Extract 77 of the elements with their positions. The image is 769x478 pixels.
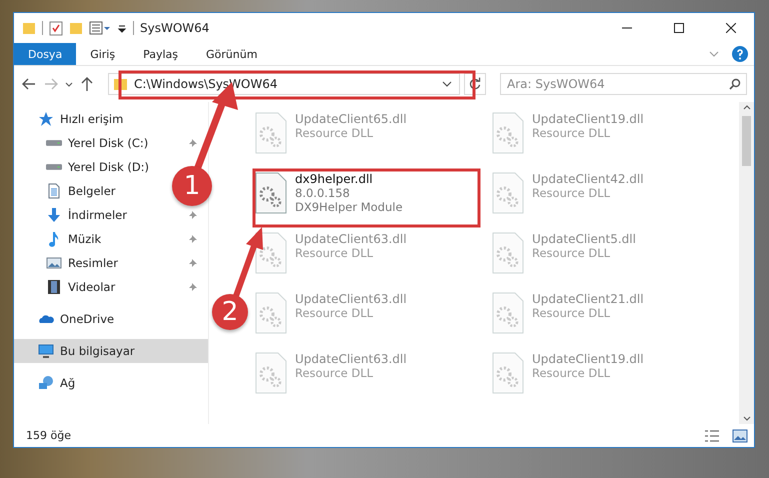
dll-file-icon (492, 352, 524, 394)
ribbon-tab[interactable]: Dosya (14, 43, 76, 65)
sidebar-item[interactable]: Videolar (46, 279, 116, 295)
file-item[interactable]: dx9helper.dll 8.0.0.158 DX9Helper Module (251, 168, 488, 228)
sidebar-item[interactable]: Ağ (14, 371, 208, 395)
sidebar-item[interactable]: Müzik (46, 231, 102, 247)
scrollbar[interactable] (739, 102, 754, 424)
scrollbar-thumb[interactable] (742, 116, 751, 166)
search-icon[interactable] (729, 78, 741, 90)
pin-icon[interactable] (188, 282, 198, 292)
file-name: UpdateClient65.dll (295, 112, 407, 126)
dll-file-icon (492, 172, 524, 214)
sidebar-item[interactable]: Hızlı erişim (14, 107, 208, 131)
dll-file-icon (255, 352, 287, 394)
dll-file-icon (255, 292, 287, 334)
ribbon-tab[interactable]: Paylaş (129, 43, 192, 65)
file-detail: Resource DLL (295, 366, 374, 380)
sidebar-item[interactable]: İndirmeler (46, 207, 127, 223)
down-arrow-icon (46, 207, 62, 223)
sidebar-item[interactable]: Bu bilgisayar (14, 339, 208, 363)
ribbon-tab[interactable]: Görünüm (192, 43, 272, 65)
sidebar-item[interactable]: OneDrive (14, 307, 208, 331)
large-icons-view-icon[interactable] (732, 428, 748, 442)
dll-file-icon (492, 232, 524, 274)
document-icon (46, 183, 62, 199)
window-title: SysWOW64 (140, 21, 210, 35)
sidebar-item[interactable]: Resimler (46, 255, 118, 271)
drive-icon (46, 140, 62, 146)
file-detail: 8.0.0.158 (295, 186, 351, 200)
monitor-icon (38, 343, 54, 359)
sidebar-item[interactable]: Belgeler (46, 183, 116, 199)
sidebar-item[interactable]: Yerel Disk (C:) (46, 136, 148, 150)
pin-icon[interactable] (188, 234, 198, 244)
file-name: UpdateClient63.dll (295, 352, 407, 366)
picture-icon (46, 255, 62, 271)
file-detail: Resource DLL (532, 186, 612, 200)
file-name: UpdateClient5.dll (532, 232, 636, 246)
details-view-icon[interactable] (704, 428, 720, 442)
dll-file-icon (492, 112, 524, 154)
file-name: UpdateClient21.dll (532, 292, 644, 306)
pin-icon[interactable] (188, 210, 198, 220)
file-detail: Resource DLL (532, 246, 612, 260)
checklist-icon[interactable] (49, 20, 63, 36)
file-detail: Resource DLL (295, 306, 374, 320)
file-name: UpdateClient19.dll (532, 112, 644, 126)
file-name: UpdateClient19.dll (532, 352, 644, 366)
film-icon (46, 279, 62, 295)
file-name: UpdateClient42.dll (532, 172, 644, 186)
file-name: UpdateClient63.dll (295, 232, 407, 246)
dll-file-icon (255, 172, 287, 214)
file-detail: Resource DLL (295, 126, 374, 140)
properties-icon[interactable] (89, 20, 111, 36)
file-detail: Resource DLL (532, 306, 612, 320)
refresh-icon[interactable] (464, 73, 486, 95)
ribbon-tab[interactable]: Giriş (76, 43, 130, 65)
help-icon[interactable] (732, 46, 748, 62)
dll-file-icon (492, 292, 524, 334)
item-count: 159 öğe (26, 429, 72, 442)
file-name: UpdateClient63.dll (295, 292, 407, 306)
annotation-arrow (233, 227, 263, 298)
file-detail: Resource DLL (295, 246, 374, 260)
dll-file-icon (255, 232, 287, 274)
search-field[interactable]: Ara: SysWOW64 (500, 73, 747, 95)
dll-file-icon (255, 112, 287, 154)
minimize-icon[interactable] (622, 27, 632, 29)
sidebar-item[interactable]: Yerel Disk (D:) (46, 160, 150, 174)
maximize-icon[interactable] (674, 23, 684, 33)
star-icon (38, 111, 54, 127)
pin-icon[interactable] (188, 258, 198, 268)
drive-icon (46, 164, 62, 170)
file-detail: DX9Helper Module (295, 200, 403, 214)
pin-icon[interactable] (188, 138, 198, 148)
file-name: dx9helper.dll (295, 172, 374, 186)
file-detail: Resource DLL (532, 126, 612, 140)
network-icon (38, 375, 54, 391)
close-icon[interactable] (726, 23, 736, 33)
file-detail: Resource DLL (532, 366, 612, 380)
